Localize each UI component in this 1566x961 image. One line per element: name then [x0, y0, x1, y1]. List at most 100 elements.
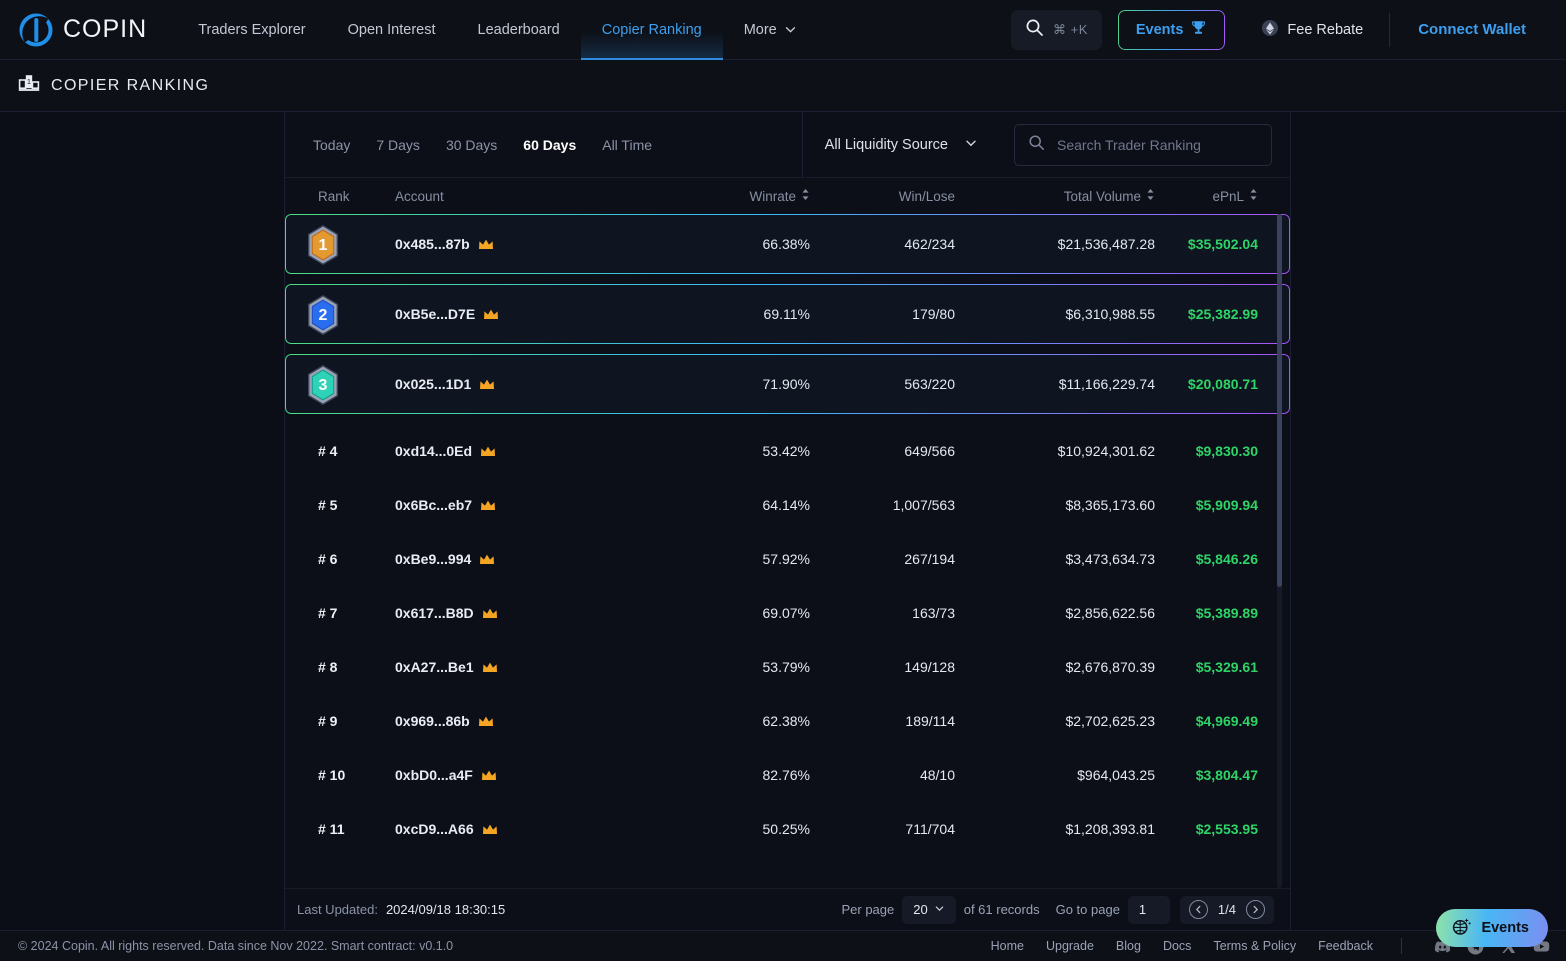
previous-page-button[interactable] — [1188, 900, 1208, 919]
search-input[interactable] — [1057, 136, 1258, 153]
page-title: COPIER RANKING — [51, 76, 210, 94]
table-row[interactable]: # 10 0xbD0...a4F 82.76% 48/10 $964,043.2… — [285, 748, 1290, 802]
time-tab-today[interactable]: Today — [300, 137, 363, 153]
nav-link-label: Traders Explorer — [198, 21, 306, 38]
trader-search-box[interactable] — [1014, 123, 1272, 166]
total-volume-cell: $8,365,173.60 — [1065, 497, 1155, 513]
time-tab-7-days[interactable]: 7 Days — [363, 137, 433, 153]
footer-link-home[interactable]: Home — [991, 939, 1024, 953]
table-row[interactable]: # 11 0xcD9...A66 50.25% 711/704 $1,208,3… — [285, 802, 1290, 856]
table-row[interactable]: # 9 0x969...86b 62.38% 189/114 $2,702,62… — [285, 694, 1290, 748]
fee-rebate-label: Fee Rebate — [1287, 21, 1364, 38]
fee-rebate-icon — [1261, 19, 1279, 41]
win-lose-cell: 189/114 — [905, 713, 955, 729]
nav-link-open-interest[interactable]: Open Interest — [327, 0, 457, 60]
account-cell[interactable]: 0x969...86b — [395, 713, 670, 729]
per-page-label: Per page — [841, 902, 895, 917]
go-to-page-input[interactable]: 1 — [1127, 895, 1170, 924]
last-updated-label: Last Updated: — [297, 902, 378, 917]
account-address: 0xcD9...A66 — [395, 821, 474, 837]
nav-links: Traders Explorer Open Interest Leaderboa… — [177, 0, 818, 60]
sort-icon — [801, 188, 810, 204]
nav-link-more[interactable]: More — [723, 0, 818, 60]
account-cell[interactable]: 0x025...1D1 — [395, 376, 670, 392]
time-tab-60-days[interactable]: 60 Days — [510, 137, 589, 153]
page-body: Today 7 Days 30 Days 60 Days All Time Al… — [0, 111, 1566, 930]
footer-link-terms-policy[interactable]: Terms & Policy — [1213, 939, 1296, 953]
search-icon — [1028, 134, 1045, 156]
winrate-cell: 62.38% — [762, 713, 810, 729]
table-header-row: Rank Account Winrate Win/Lose Total Volu… — [285, 178, 1290, 214]
search-icon — [1025, 18, 1044, 42]
page-indicator: 1/4 — [1217, 902, 1236, 917]
account-cell[interactable]: 0x6Bc...eb7 — [395, 497, 670, 513]
per-page-select[interactable]: 20 — [902, 895, 956, 924]
footer-link-blog[interactable]: Blog — [1116, 939, 1141, 953]
chevron-down-icon — [964, 136, 978, 154]
fee-rebate-button[interactable]: Fee Rebate — [1239, 19, 1385, 41]
table-row[interactable]: # 5 0x6Bc...eb7 64.14% 1,007/563 $8,365,… — [285, 478, 1290, 532]
table-scrollbar-thumb[interactable] — [1277, 214, 1282, 587]
nav-link-label: Copier Ranking — [601, 21, 702, 38]
winrate-cell: 57.92% — [762, 551, 810, 567]
global-search-button[interactable]: ⌘ +K — [1010, 9, 1102, 50]
nav-link-traders-explorer[interactable]: Traders Explorer — [177, 0, 326, 60]
table-row[interactable]: 1 0x485...87b 66.38% 462/234 $21,536,487… — [285, 214, 1290, 274]
next-page-button[interactable] — [1246, 900, 1265, 919]
floating-events-button[interactable]: Events — [1436, 909, 1548, 947]
events-button[interactable]: Events — [1117, 9, 1226, 50]
nav-link-copier-ranking[interactable]: Copier Ranking — [580, 0, 723, 60]
column-header-win-lose: Win/Lose — [898, 188, 955, 204]
epnl-cell: $9,830.30 — [1195, 443, 1258, 459]
account-cell[interactable]: 0xB5e...D7E — [395, 306, 670, 322]
account-cell[interactable]: 0x617...B8D — [395, 605, 670, 621]
table-row[interactable]: # 7 0x617...B8D 69.07% 163/73 $2,856,622… — [285, 586, 1290, 640]
column-header-total-volume[interactable]: Total Volume — [955, 188, 1155, 204]
rank-cell: # 7 — [318, 605, 338, 621]
app-root: COPIN Traders Explorer Open Interest Lea… — [0, 0, 1566, 961]
table-row[interactable]: # 6 0xBe9...994 57.92% 267/194 $3,473,63… — [285, 532, 1290, 586]
svg-text:3: 3 — [319, 377, 328, 394]
table-row[interactable]: 2 0xB5e...D7E 69.11% 179/80 $6,310,988.5… — [285, 284, 1290, 344]
rank-cell: # 8 — [318, 659, 338, 675]
nav-right-actions: ⌘ +K Events Fee Rebate Connect Wallet — [1010, 9, 1550, 50]
footer-link-docs[interactable]: Docs — [1163, 939, 1191, 953]
crown-icon — [478, 238, 494, 251]
table-row[interactable]: # 8 0xA27...Be1 53.79% 149/128 $2,676,87… — [285, 640, 1290, 694]
rank-cell: 1 — [285, 224, 395, 265]
column-header-winrate[interactable]: Winrate — [670, 188, 810, 204]
copin-logo[interactable]: COPIN — [18, 12, 147, 48]
account-cell[interactable]: 0x485...87b — [395, 236, 670, 252]
table-scrollbar-track[interactable] — [1277, 214, 1282, 888]
account-cell[interactable]: 0xA27...Be1 — [395, 659, 670, 675]
footer-link-feedback[interactable]: Feedback — [1318, 939, 1373, 953]
rank-cell: # 10 — [318, 767, 346, 783]
column-header-epnl[interactable]: ePnL — [1155, 188, 1290, 204]
win-lose-cell: 48/10 — [919, 767, 955, 783]
column-header-label: ePnL — [1212, 188, 1244, 204]
connect-wallet-button[interactable]: Connect Wallet — [1394, 21, 1550, 38]
table-row[interactable]: 3 0x025...1D1 71.90% 563/220 $11,166,229… — [285, 354, 1290, 414]
account-cell[interactable]: 0xcD9...A66 — [395, 821, 670, 837]
account-cell[interactable]: 0xd14...0Ed — [395, 443, 670, 459]
footer-link-upgrade[interactable]: Upgrade — [1046, 939, 1094, 953]
time-tab-30-days[interactable]: 30 Days — [433, 137, 510, 153]
trophy-icon — [1190, 19, 1207, 40]
table-row[interactable]: # 4 0xd14...0Ed 53.42% 649/566 $10,924,3… — [285, 424, 1290, 478]
winrate-cell: 64.14% — [762, 497, 810, 513]
svg-text:1: 1 — [319, 237, 328, 254]
sort-icon — [1146, 188, 1155, 204]
nav-link-label: Open Interest — [347, 21, 436, 38]
account-cell[interactable]: 0xbD0...a4F — [395, 767, 670, 783]
win-lose-cell: 462/234 — [904, 236, 955, 252]
epnl-cell: $2,553.95 — [1195, 821, 1258, 837]
win-lose-cell: 149/128 — [904, 659, 955, 675]
account-cell[interactable]: 0xBe9...994 — [395, 551, 670, 567]
time-tab-all-time[interactable]: All Time — [589, 137, 665, 153]
win-lose-cell: 563/220 — [904, 376, 955, 392]
liquidity-source-select[interactable]: All Liquidity Source — [803, 136, 1000, 154]
nav-link-leaderboard[interactable]: Leaderboard — [457, 0, 581, 60]
epnl-cell: $5,846.26 — [1195, 551, 1258, 567]
account-address: 0x969...86b — [395, 713, 470, 729]
winrate-cell: 66.38% — [762, 236, 810, 252]
